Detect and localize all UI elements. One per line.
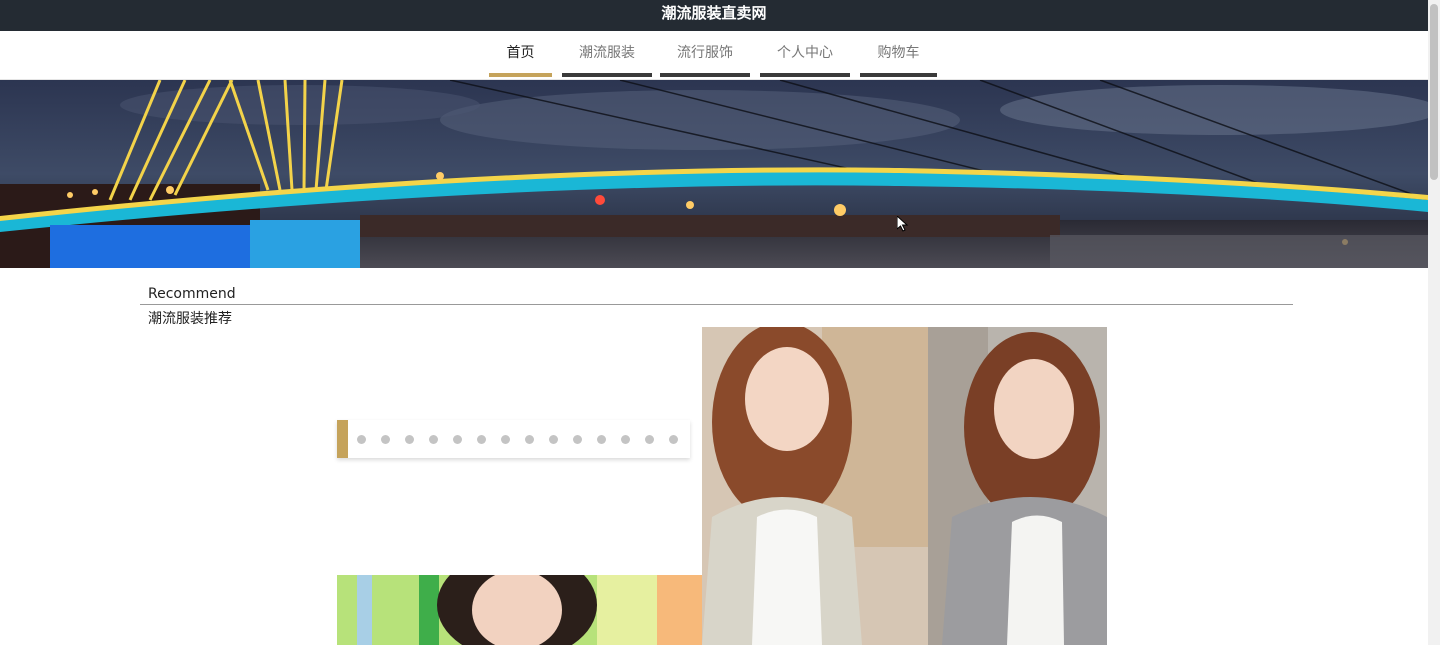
page: 潮流服装直卖网 首页 潮流服装 流行服饰 个人中心 购物车 Recommend … xyxy=(0,0,1428,645)
product-photo-top xyxy=(337,575,702,645)
mouse-cursor-icon xyxy=(897,216,909,232)
main-nav: 首页 潮流服装 流行服饰 个人中心 购物车 xyxy=(0,31,1428,80)
site-title: 潮流服装直卖网 xyxy=(661,4,767,22)
nav-item-label: 个人中心 xyxy=(777,45,833,61)
scrollbar-thumb[interactable] xyxy=(1430,4,1438,180)
nav-item-cart[interactable]: 购物车 xyxy=(860,31,937,77)
carousel-dot[interactable] xyxy=(381,435,390,444)
carousel-dot[interactable] xyxy=(429,435,438,444)
product-photo-cardigan xyxy=(702,327,1107,645)
nav-item-label: 购物车 xyxy=(877,45,920,61)
carousel-active-indicator[interactable] xyxy=(337,420,348,458)
carousel-dot[interactable] xyxy=(453,435,462,444)
nav-item-home[interactable]: 首页 xyxy=(489,31,552,77)
nav-item-fashion-accessories[interactable]: 流行服饰 xyxy=(660,31,750,77)
vertical-scrollbar[interactable] xyxy=(1428,0,1440,645)
product-image-top[interactable] xyxy=(337,575,702,645)
carousel-dot[interactable] xyxy=(477,435,486,444)
carousel-dot[interactable] xyxy=(597,435,606,444)
product-image-cardigan[interactable] xyxy=(702,327,1107,645)
carousel-dot[interactable] xyxy=(525,435,534,444)
carousel-dot[interactable] xyxy=(621,435,630,444)
nav-item-label: 首页 xyxy=(506,45,535,61)
nav-item-trend-clothing[interactable]: 潮流服装 xyxy=(562,31,652,77)
carousel-dot[interactable] xyxy=(669,435,678,444)
nav-item-label: 潮流服装 xyxy=(579,45,635,61)
carousel-dot[interactable] xyxy=(501,435,510,444)
carousel-dot[interactable] xyxy=(405,435,414,444)
carousel-dot[interactable] xyxy=(645,435,654,444)
hero-banner[interactable] xyxy=(0,80,1428,268)
section-divider xyxy=(140,304,1293,305)
section-title-cn: 潮流服装推荐 xyxy=(148,311,232,327)
carousel-dot[interactable] xyxy=(573,435,582,444)
site-header: 潮流服装直卖网 xyxy=(0,0,1428,31)
banner-bridge-image xyxy=(0,80,1428,268)
carousel-dot[interactable] xyxy=(357,435,366,444)
carousel-pagination xyxy=(337,420,690,458)
section-title-en: Recommend xyxy=(148,286,236,302)
nav-item-user-center[interactable]: 个人中心 xyxy=(760,31,850,77)
carousel-dot[interactable] xyxy=(549,435,558,444)
nav-item-label: 流行服饰 xyxy=(677,45,733,61)
